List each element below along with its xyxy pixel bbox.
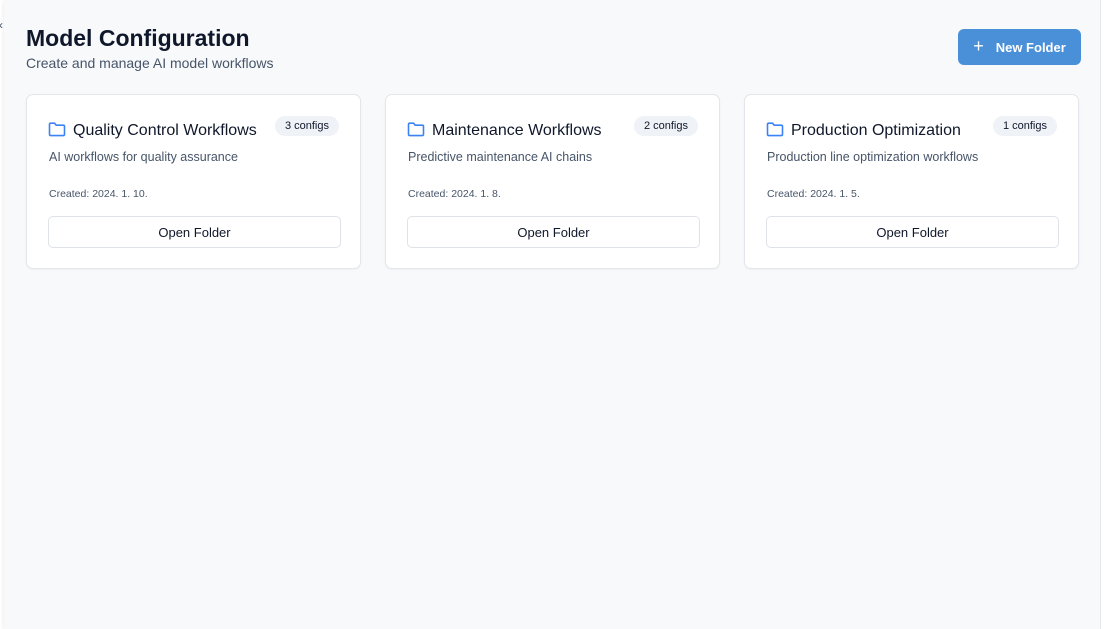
plus-icon: + xyxy=(973,36,984,56)
folder-title: Maintenance Workflows xyxy=(432,122,602,139)
folder-card: Quality Control Workflows 3 configs AI w… xyxy=(26,94,361,269)
config-count-badge: 1 configs xyxy=(992,116,1057,136)
folder-card: Production Optimization 1 configs Produc… xyxy=(744,94,1079,269)
folder-description: Production line optimization workflows xyxy=(767,150,979,164)
open-folder-button[interactable]: Open Folder xyxy=(407,216,700,248)
config-count-badge: 3 configs xyxy=(274,116,339,136)
new-folder-button[interactable]: + New Folder xyxy=(958,29,1081,65)
folder-description: AI workflows for quality assurance xyxy=(49,150,238,164)
new-folder-label: New Folder xyxy=(995,39,1066,55)
window-edge xyxy=(1100,0,1109,629)
open-folder-button[interactable]: Open Folder xyxy=(48,216,341,248)
folder-card: Maintenance Workflows 2 configs Predicti… xyxy=(385,94,720,269)
config-count-badge: 2 configs xyxy=(633,116,698,136)
page-title: Model Configuration xyxy=(26,25,250,51)
page-subtitle: Create and manage AI model workflows xyxy=(26,55,274,71)
created-date: Created: 2024. 1. 5. xyxy=(767,188,860,200)
main-content: Model Configuration Create and manage AI… xyxy=(4,0,1101,629)
collapse-sidebar-icon[interactable]: ‹ xyxy=(0,18,3,32)
open-folder-button[interactable]: Open Folder xyxy=(766,216,1059,248)
folder-icon xyxy=(48,122,66,137)
folder-description: Predictive maintenance AI chains xyxy=(408,150,593,164)
folder-title: Quality Control Workflows xyxy=(73,122,257,139)
folder-icon xyxy=(407,122,425,137)
app-window: ‹ Model Configuration Create and manage … xyxy=(0,0,1109,629)
folder-title: Production Optimization xyxy=(791,122,961,139)
created-date: Created: 2024. 1. 10. xyxy=(49,188,148,200)
folder-icon xyxy=(766,122,784,137)
created-date: Created: 2024. 1. 8. xyxy=(408,188,501,200)
